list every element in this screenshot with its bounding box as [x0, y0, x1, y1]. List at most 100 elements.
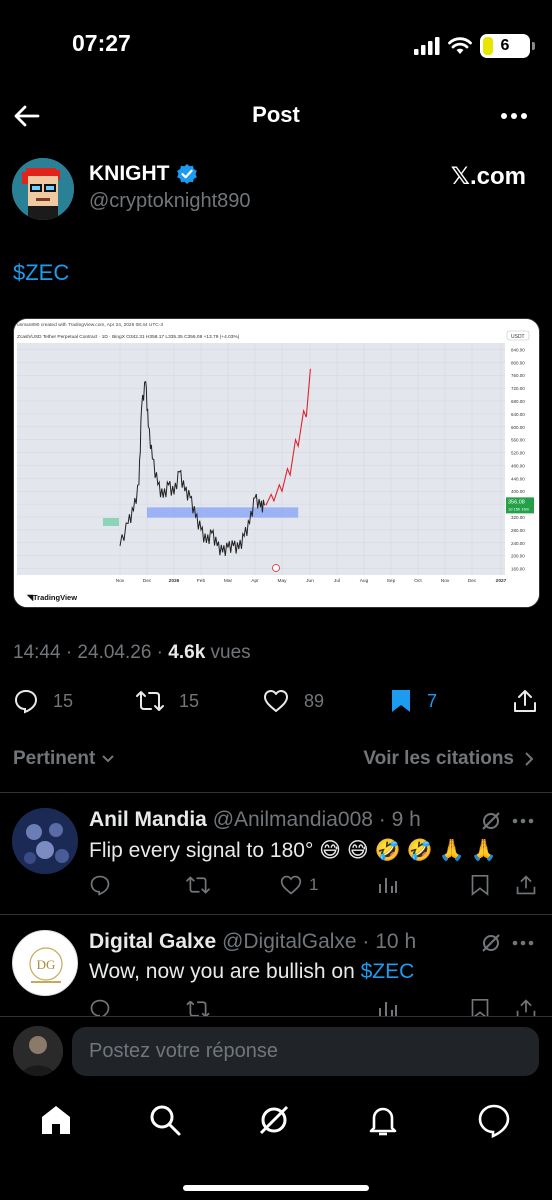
- y-tick-label: 160.00: [511, 567, 525, 572]
- x-tick-label: Sep: [387, 578, 396, 584]
- messages-icon[interactable]: [476, 1102, 512, 1138]
- wifi-icon: [448, 37, 472, 54]
- battery-indicator: 6: [480, 34, 535, 58]
- repost-icon: [136, 691, 164, 711]
- share-icon: [516, 999, 536, 1016]
- views-icon: [379, 878, 397, 893]
- x-tick-label: Nov: [116, 578, 125, 584]
- y-tick-label: 680.00: [511, 399, 525, 404]
- status-icons: 6: [414, 34, 535, 58]
- divider: [0, 792, 552, 793]
- y-tick-label: 640.00: [511, 412, 525, 417]
- page-title: Post: [252, 102, 300, 127]
- price-chart: 840.00 800.00 760.00 720.00 680.00 640.00 600.…: [14, 319, 539, 607]
- current-user-avatar[interactable]: [13, 1026, 63, 1076]
- view-count: 4.6k: [168, 642, 206, 663]
- svg-text:DG: DG: [37, 957, 56, 972]
- heart-icon: [264, 690, 288, 712]
- more-options-icon[interactable]: [512, 940, 534, 946]
- y-tick-label: 480.00: [511, 463, 525, 468]
- reply-icon: [14, 689, 38, 714]
- x-tick-label: Feb: [197, 578, 206, 584]
- chevron-down-icon: [102, 755, 115, 763]
- x-tick-label: 2027: [496, 578, 507, 584]
- reply-like-button[interactable]: 1: [279, 874, 318, 896]
- reply-input[interactable]: [72, 1027, 539, 1076]
- reply-text-body: Wow, now you are bullish on: [89, 960, 361, 983]
- reply-text: Flip every signal to 180° 😅 😅 🤣 🤣 🙏 🙏: [89, 839, 497, 862]
- more-options-icon[interactable]: [500, 112, 528, 120]
- reply-author[interactable]: Digital Galxe @DigitalGalxe · 10 h: [89, 930, 416, 954]
- views-icon: [379, 1002, 397, 1016]
- repost-button[interactable]: 15: [135, 688, 199, 714]
- x-tick-label: Jun: [306, 578, 314, 584]
- grok-tab-icon[interactable]: [256, 1102, 292, 1138]
- reply-author-name[interactable]: Anil Mandia: [89, 808, 207, 831]
- reply-author-handle[interactable]: @Anilmandia008 · 9 h: [213, 808, 421, 831]
- author-name[interactable]: KNIGHT: [89, 162, 170, 186]
- y-tick-label: 320.00: [511, 515, 525, 520]
- y-tick-label: 800.00: [511, 360, 525, 365]
- x-tick-label: Jul: [334, 578, 340, 584]
- reply-views-button[interactable]: [377, 998, 399, 1016]
- bookmark-count: 7: [427, 690, 438, 711]
- view-quotes-link[interactable]: Voir les citations: [363, 748, 534, 770]
- reply-author-name[interactable]: Digital Galxe: [89, 930, 216, 953]
- pixel-knight-avatar-image: [12, 158, 74, 220]
- like-button[interactable]: 89: [262, 688, 324, 714]
- home-icon[interactable]: [38, 1102, 74, 1138]
- post-meta: 14:44 · 24.04.26 · 4.6k vues: [13, 642, 251, 664]
- support-zone: [147, 507, 299, 518]
- notifications-bell-icon[interactable]: [365, 1102, 401, 1138]
- reply-reply-button[interactable]: [89, 874, 111, 896]
- reply-actions: [89, 996, 538, 1016]
- bookmark-button[interactable]: 7: [389, 688, 437, 714]
- grok-icon[interactable]: [480, 810, 502, 832]
- chart-watermark: usman890 created with TradingView.com, A…: [17, 322, 163, 328]
- reply-cashtag[interactable]: $ZEC: [361, 960, 415, 983]
- more-options-icon[interactable]: [512, 818, 534, 824]
- home-indicator: [183, 1185, 369, 1191]
- search-icon[interactable]: [147, 1102, 183, 1138]
- views-label: vues: [205, 642, 251, 663]
- reply-bookmark-button[interactable]: [470, 874, 490, 896]
- reply-reply-button[interactable]: [89, 998, 111, 1016]
- chevron-right-icon: [525, 752, 534, 766]
- reply-avatar[interactable]: DG: [12, 930, 78, 996]
- reply-repost-button[interactable]: [185, 874, 211, 896]
- reply-avatar[interactable]: [12, 808, 78, 874]
- reply-share-button[interactable]: [515, 998, 537, 1016]
- post-actions: 15 15 89 7: [0, 682, 552, 722]
- sort-dropdown[interactable]: Pertinent: [13, 748, 115, 770]
- x-tick-label: Aug: [360, 578, 369, 584]
- reply-button[interactable]: 15: [13, 688, 73, 714]
- chart-brand: TradingView: [33, 593, 77, 602]
- share-icon[interactable]: [512, 688, 538, 714]
- y-tick-label: 520.00: [511, 451, 525, 456]
- author-handle[interactable]: @cryptoknight890: [89, 190, 251, 213]
- verified-badge-icon: [176, 164, 197, 184]
- reply-share-button[interactable]: [515, 874, 537, 896]
- author-avatar[interactable]: [12, 158, 74, 220]
- reply-author[interactable]: Anil Mandia @Anilmandia008 · 9 h: [89, 808, 421, 832]
- divider: [0, 914, 552, 915]
- tweet-text-cashtag[interactable]: $ZEC: [13, 260, 69, 286]
- price-tag-countdown: 1d 15h 16m: [508, 506, 530, 511]
- reply-bookmark-button[interactable]: [470, 998, 490, 1016]
- reply-repost-button[interactable]: [185, 998, 211, 1016]
- y-tick-label: 720.00: [511, 386, 525, 391]
- plot-area: [17, 343, 505, 575]
- author-name-row[interactable]: KNIGHT: [89, 162, 198, 186]
- reply-views-button[interactable]: [377, 874, 399, 896]
- bookmark-icon: [471, 875, 489, 896]
- x-tick-label: 2026: [169, 578, 180, 584]
- battery-level: 6: [500, 37, 510, 54]
- reply-actions: 1: [89, 872, 538, 900]
- grok-icon[interactable]: [480, 932, 502, 954]
- reply-author-handle[interactable]: @DigitalGalxe · 10 h: [222, 930, 416, 953]
- tweet-chart-image[interactable]: 840.00 800.00 760.00 720.00 680.00 640.00 600.…: [13, 318, 540, 608]
- y-tick-label: 240.00: [511, 541, 525, 546]
- view-quotes-label: Voir les citations: [363, 748, 514, 769]
- x-tick-label: Dec: [468, 578, 477, 584]
- source-label: 𝕏.com: [450, 163, 526, 190]
